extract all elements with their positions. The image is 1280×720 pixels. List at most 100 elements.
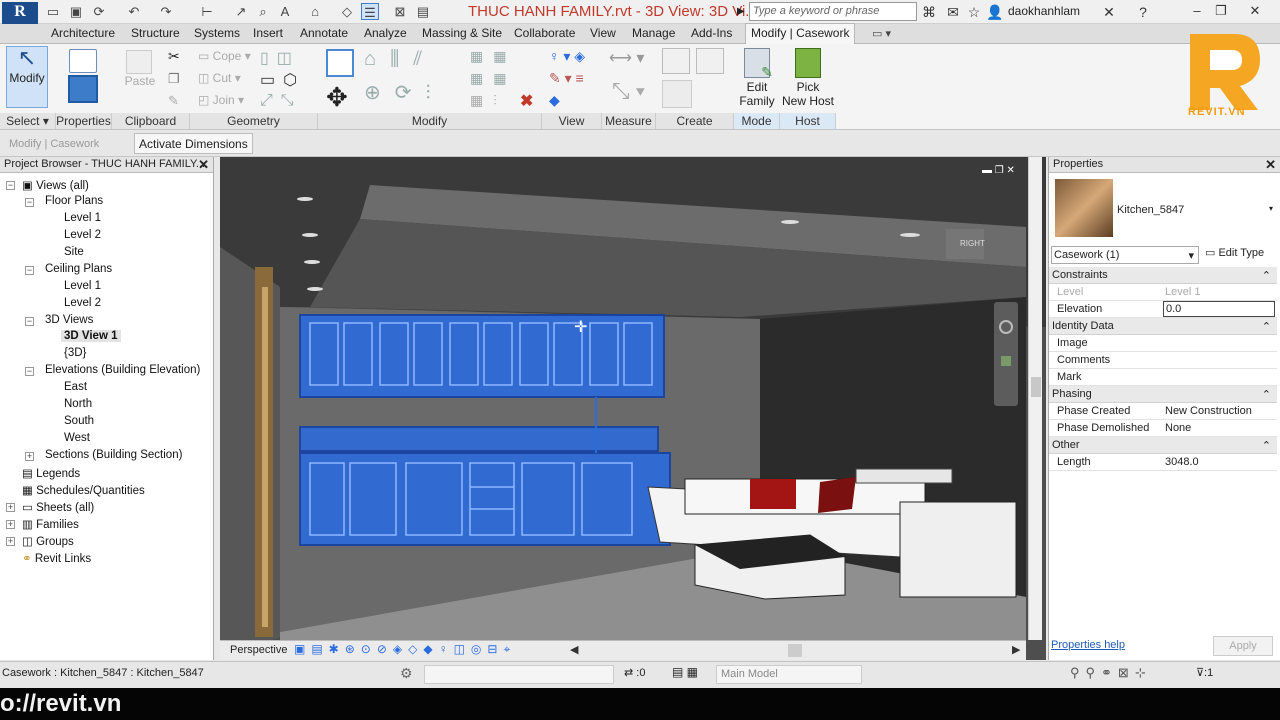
join-button[interactable]: ◰ Join ▾ [198,93,244,107]
pick-new-host-button[interactable]: Pick New Host [781,46,835,108]
pin-icon[interactable]: ▦▦ [470,70,516,87]
collapse-icon[interactable]: − [25,317,34,326]
scrollbar-thumb[interactable] [1030,377,1041,397]
create-similar-icon[interactable] [662,80,692,108]
paste-button[interactable]: Paste [124,74,156,88]
hide-element-icon[interactable]: ♀ ▾ ◈ [549,48,585,65]
undo-icon[interactable]: ↶ [125,3,143,20]
expand-arrow-icon[interactable]: ▶ [737,6,745,17]
cope-button[interactable]: ▭ Cope ▾ [198,49,251,63]
viewport-window-controls[interactable]: ▬ ❐ ✕ [982,165,1015,176]
collapse-icon[interactable]: − [25,266,34,275]
editing-requests[interactable]: ⇄ :0 [624,666,645,679]
text-icon[interactable]: A [276,3,294,20]
navigation-bar[interactable] [994,302,1018,406]
modify-tools-row2-icon[interactable]: ⊕⟳⫶ [364,80,445,105]
search-input[interactable]: Type a keyword or phrase [749,2,917,21]
sync-icon[interactable]: ⟳ [90,3,108,20]
view-projection[interactable]: Perspective [230,644,287,656]
tree-node-3d-views[interactable]: 3D Views [45,314,93,326]
tree-node-west[interactable]: West [64,432,90,444]
user-icon[interactable]: 👤 [986,3,1004,21]
scroll-right-icon[interactable]: ▶ [1012,643,1020,656]
tree-node-ceiling-level1[interactable]: Level 1 [64,280,101,292]
length-field[interactable]: 3048.0 [1165,456,1277,468]
tree-node-sections[interactable]: Sections (Building Section) [45,449,182,461]
application-menu-button[interactable]: R [2,2,38,24]
tab-systems[interactable]: Systems [189,24,245,44]
tab-view[interactable]: View [585,24,621,44]
elevation-field[interactable]: 0.0 [1163,301,1275,317]
tree-node-views-all[interactable]: ▣ Views (all) [22,178,89,192]
open-icon[interactable]: ▭ [44,3,62,20]
expand-icon[interactable]: + [6,503,15,512]
close-icon[interactable]: ✕ [198,157,209,172]
group-other[interactable]: Other ⌃ [1049,437,1277,454]
instance-selector[interactable]: Casework (1) ▾ [1051,246,1199,264]
tab-architecture[interactable]: Architecture [46,24,120,44]
tree-node-ceiling-plans[interactable]: Ceiling Plans [45,263,112,275]
unpin-icon[interactable]: ▦⫶ [470,92,507,109]
save-icon[interactable]: ▣ [67,3,85,20]
edit-family-button[interactable]: ✎ Edit Family [737,46,777,108]
aligned-dimension-icon[interactable]: ⤡ ▾ [612,78,645,104]
binoculars-icon[interactable]: ⌘ [920,3,938,21]
user-name[interactable]: daokhanhlam [1008,4,1080,18]
collapse-icon[interactable]: − [6,181,15,190]
tree-node-legends[interactable]: ▤ Legends [22,466,80,480]
apply-button[interactable]: Apply [1213,636,1273,656]
close-window-icon[interactable]: ✕ [1240,1,1270,21]
collapse-icon[interactable]: − [25,367,34,376]
tree-node-north[interactable]: North [64,398,92,410]
tree-node-site[interactable]: Site [64,246,84,258]
tree-node-groups[interactable]: ◫ Groups [22,534,74,548]
view-control-icons[interactable]: ▣▤✱⊛⊙⊘◈◇◆♀◫◎⊟⌖ [294,642,516,657]
vertical-scrollbar[interactable] [1028,157,1042,640]
expand-icon[interactable]: + [25,452,34,461]
tree-node-elevations[interactable]: Elevations (Building Elevation) [45,364,200,376]
tree-node-schedules[interactable]: ▦ Schedules/Quantities [22,483,145,497]
design-options-icon[interactable]: ▤ ▦ [672,665,698,679]
phase-created-field[interactable]: New Construction [1165,405,1277,417]
collapse-icon[interactable]: − [25,198,34,207]
panel-select-label[interactable]: Select ▾ [0,113,56,129]
tree-node-families[interactable]: ▥ Families [22,517,79,531]
horizontal-scroll-thumb[interactable] [788,644,802,657]
group-phasing[interactable]: Phasing ⌃ [1049,386,1277,403]
tree-node-sheets[interactable]: ▭ Sheets (all) [22,500,94,514]
override-graphics-icon[interactable]: ✎ ▾ ≡ [549,70,584,87]
tab-collaborate[interactable]: Collaborate [509,24,580,44]
cut-scissors-icon[interactable]: ✂ [168,48,180,65]
worksets-icon[interactable]: ⚙ [400,665,413,682]
filter-count[interactable]: ⊽:1 [1196,666,1213,679]
measure-distance-icon[interactable]: ⟷ ▾ [609,48,644,68]
properties-help-link[interactable]: Properties help [1051,639,1125,651]
paint-split-icon[interactable]: ▭⬡ [260,70,305,90]
tab-modify-casework[interactable]: Modify | Casework [745,23,856,44]
tree-node-floor-plans[interactable]: Floor Plans [45,195,103,207]
3d-viewport[interactable]: ✛ RIGHT ▬ ❐ ✕ [220,157,1046,660]
measure-icon[interactable]: ⊢ [198,3,216,20]
favorites-star-icon[interactable]: ☆ [965,3,983,21]
redo-icon[interactable]: ↷ [157,3,175,20]
tree-node-ceiling-level2[interactable]: Level 2 [64,297,101,309]
selection-filter-icons[interactable]: ⚲⚲⚭⊠⊹ [1070,665,1152,681]
delete-icon[interactable]: ✖ [520,91,533,111]
tree-node-level1[interactable]: Level 1 [64,212,101,224]
tab-analyze[interactable]: Analyze [359,24,412,44]
cut-geometry-button[interactable]: ◫ Cut ▾ [198,71,241,85]
tab-annotate[interactable]: Annotate [295,24,353,44]
properties-button[interactable] [60,46,106,108]
thin-lines-icon[interactable]: ☰ [361,3,379,20]
expand-icon[interactable]: + [6,537,15,546]
tab-insert[interactable]: Insert [248,24,288,44]
close-icon[interactable]: ✕ [1265,157,1276,172]
workset-dropdown[interactable] [424,665,614,684]
restore-icon[interactable]: ❐ [1206,1,1236,21]
create-assembly-icon[interactable] [662,48,690,74]
copy-clipboard-icon[interactable]: ❐ [168,71,180,87]
edit-type-button[interactable]: ▭ Edit Type [1205,246,1264,259]
view-cube[interactable]: RIGHT [960,239,985,248]
tab-structure[interactable]: Structure [126,24,185,44]
help-icon[interactable]: ? [1134,3,1152,21]
